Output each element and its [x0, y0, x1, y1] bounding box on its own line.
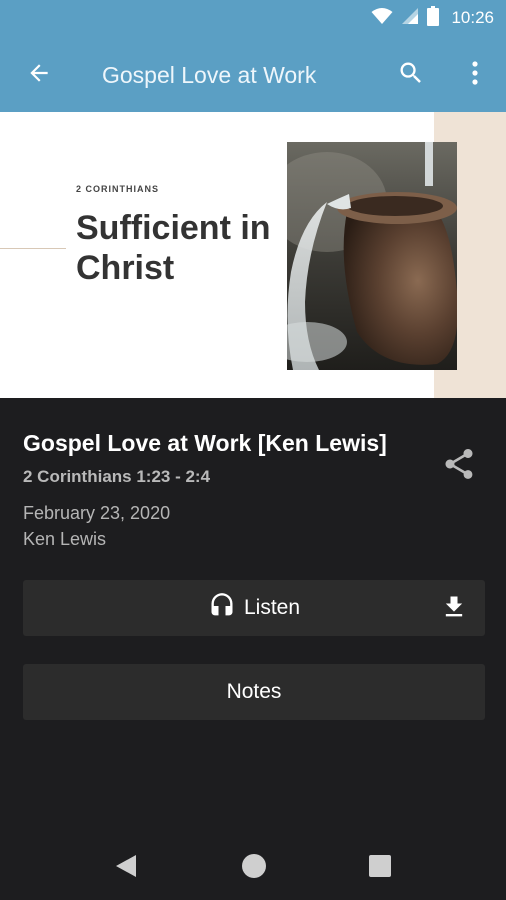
- screen: 10:26 Gospel Love at Work 2 CORINTHIANS: [0, 0, 506, 900]
- sermon-title: Gospel Love at Work [Ken Lewis]: [23, 430, 387, 456]
- app-bar-title-text: Gospel Love at Work: [102, 62, 317, 88]
- share-button[interactable]: [440, 446, 478, 486]
- status-icons: 10:26: [371, 0, 494, 36]
- back-button[interactable]: [22, 58, 56, 92]
- sermon-speaker: Ken Lewis: [23, 529, 107, 549]
- nav-back-button[interactable]: [112, 852, 140, 880]
- nav-back-icon: [116, 855, 136, 877]
- more-vert-icon: [471, 60, 479, 91]
- headphones-icon: [208, 592, 236, 625]
- pouring-jar-photo: [287, 142, 457, 370]
- share-icon: [441, 446, 477, 487]
- app-bar: Gospel Love at Work: [0, 36, 506, 112]
- status-bar: 10:26: [0, 0, 506, 36]
- battery-icon: [427, 5, 440, 31]
- listen-label: Listen: [243, 596, 301, 619]
- download-button[interactable]: [439, 594, 469, 624]
- notes-button[interactable]: Notes: [23, 664, 485, 720]
- nav-home-button[interactable]: [242, 854, 266, 878]
- series-book-label: 2 CORINTHIANS: [76, 184, 160, 194]
- signal-icon: [401, 7, 419, 30]
- series-title: Sufficient in Christ: [76, 209, 271, 287]
- notes-label: Notes: [226, 680, 282, 703]
- system-nav-bar: [0, 830, 506, 900]
- more-options-button[interactable]: [460, 58, 490, 92]
- download-icon: [440, 593, 468, 626]
- search-icon: [397, 59, 425, 92]
- artwork-rule: [0, 248, 66, 249]
- status-time: 10:26: [451, 8, 494, 27]
- sermon-date: February 23, 2020: [23, 503, 171, 523]
- sermon-passage: 2 Corinthians 1:23 - 2:4: [23, 467, 211, 486]
- wifi-icon: [371, 7, 393, 30]
- title-fade: [312, 58, 342, 92]
- back-arrow-icon: [26, 60, 52, 91]
- nav-recents-button[interactable]: [369, 855, 391, 877]
- listen-button[interactable]: Listen: [23, 580, 485, 636]
- series-artwork: 2 CORINTHIANS Sufficient in Christ: [0, 112, 506, 398]
- search-button[interactable]: [394, 58, 428, 92]
- app-bar-title: Gospel Love at Work: [102, 58, 342, 92]
- listen-content: Listen: [23, 580, 485, 636]
